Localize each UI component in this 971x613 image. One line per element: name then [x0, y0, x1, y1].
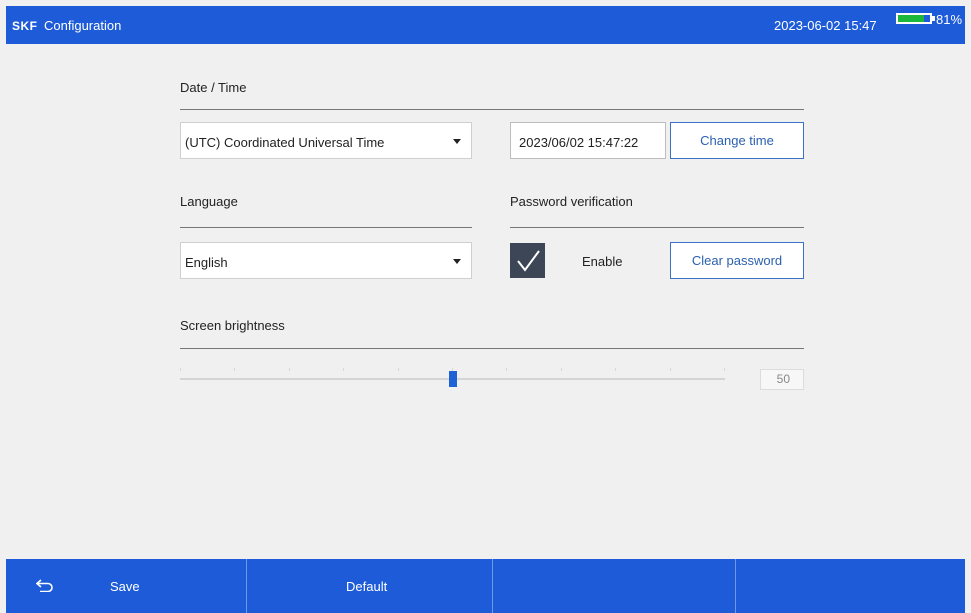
slider-tick	[561, 368, 562, 371]
brightness-slider-thumb[interactable]	[449, 371, 457, 387]
slider-tick	[615, 368, 616, 371]
default-button[interactable]: Default	[247, 559, 493, 613]
password-divider	[510, 227, 804, 228]
battery-percent: 81%	[936, 12, 963, 27]
change-time-button[interactable]: Change time	[670, 122, 804, 159]
checkmark-icon	[517, 250, 540, 272]
slider-tick	[180, 368, 181, 371]
empty-toolbar-slot[interactable]	[493, 559, 736, 613]
timezone-select[interactable]: (UTC) Coordinated Universal Time	[180, 122, 472, 159]
battery-level-fill	[898, 15, 924, 22]
save-label: Save	[110, 579, 140, 594]
timezone-value: (UTC) Coordinated Universal Time	[185, 135, 385, 150]
chevron-down-icon	[453, 139, 461, 144]
status-datetime: 2023-06-02 15:47	[774, 18, 877, 33]
time-field[interactable]: 2023/06/02 15:47:22	[510, 122, 666, 159]
language-divider	[180, 227, 472, 228]
time-value: 2023/06/02 15:47:22	[519, 135, 639, 150]
default-label: Default	[346, 579, 388, 594]
brightness-divider	[180, 348, 804, 349]
battery-icon	[896, 13, 932, 24]
brightness-value: 50	[760, 369, 804, 390]
slider-tick	[234, 368, 235, 371]
skf-logo: SKF	[12, 19, 38, 33]
slider-tick	[506, 368, 507, 371]
enable-label: Enable	[582, 254, 623, 269]
empty-toolbar-slot[interactable]	[736, 559, 965, 613]
save-button[interactable]: Save	[6, 559, 247, 613]
date-time-label: Date / Time	[180, 80, 247, 95]
slider-tick	[289, 368, 290, 371]
language-value: English	[185, 255, 228, 270]
password-verification-label: Password verification	[510, 194, 633, 209]
slider-tick	[398, 368, 399, 371]
chevron-down-icon	[453, 259, 461, 264]
language-select[interactable]: English	[180, 242, 472, 279]
date-time-divider	[180, 109, 804, 110]
page-title: Configuration	[44, 18, 122, 33]
clear-password-button[interactable]: Clear password	[670, 242, 804, 279]
slider-tick	[670, 368, 671, 371]
return-arrow-icon	[36, 579, 53, 592]
slider-tick	[343, 368, 344, 371]
battery-tip	[932, 16, 935, 21]
slider-tick	[724, 368, 725, 371]
language-label: Language	[180, 194, 238, 209]
top-bar: SKF Configuration 2023-06-02 15:47	[6, 6, 965, 44]
password-enable-checkbox[interactable]	[510, 243, 545, 278]
bottom-toolbar: Save Default	[6, 559, 965, 613]
screen-brightness-label: Screen brightness	[180, 318, 285, 333]
